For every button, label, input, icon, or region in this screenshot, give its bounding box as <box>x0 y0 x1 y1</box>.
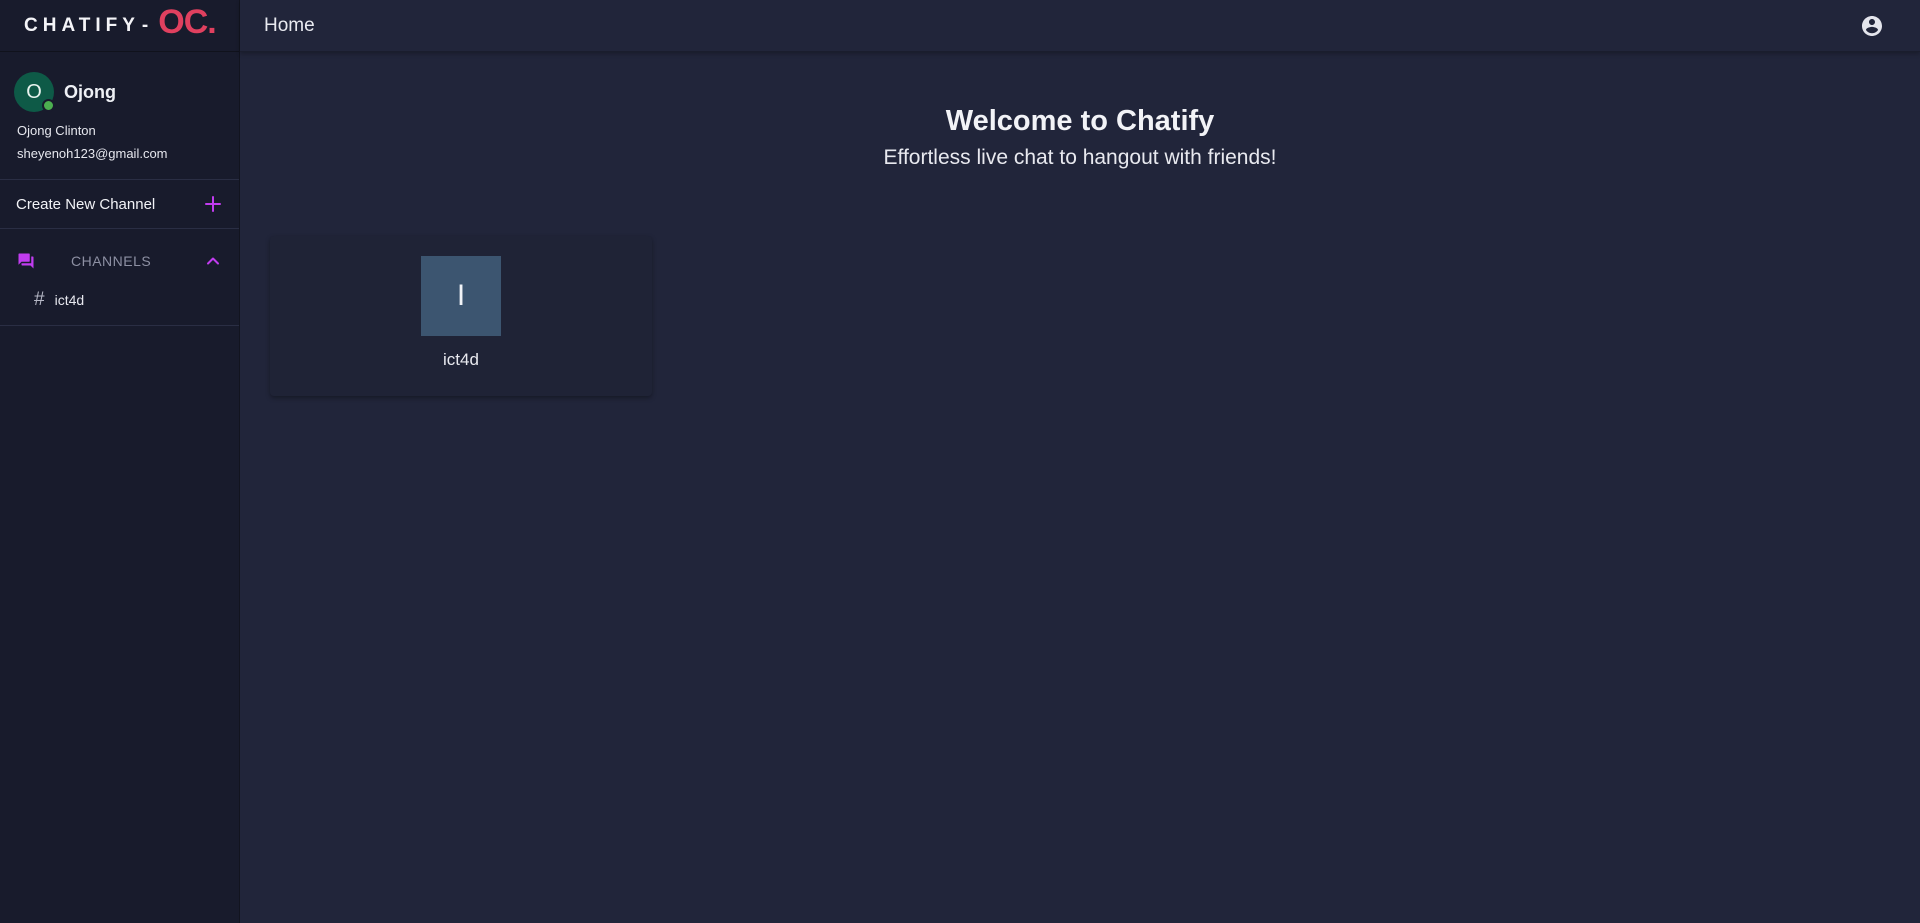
main-content: Welcome to Chatify Effortless live chat … <box>240 53 1920 923</box>
create-channel-button[interactable]: Create New Channel <box>0 180 239 229</box>
profile-email: sheyenoh123@gmail.com <box>17 146 168 161</box>
channels-title: CHANNELS <box>71 253 152 269</box>
page-title: Home <box>264 14 315 36</box>
profile-top: O Ojong <box>14 72 225 112</box>
brand-separator: - <box>141 14 149 36</box>
avatar[interactable]: O <box>14 72 55 112</box>
top-bar: Home <box>240 0 1920 52</box>
brand-header[interactable]: CHATIFY - OC. <box>0 0 239 52</box>
avatar-initial: O <box>26 80 42 103</box>
channels-section: CHANNELS # ict4d <box>0 229 239 326</box>
user-profile: O Ojong Ojong Clinton sheyenoh123@gmail.… <box>0 52 239 180</box>
welcome-subtitle: Effortless live chat to hangout with fri… <box>883 146 1277 169</box>
channel-card-thumbnail: I <box>421 256 501 336</box>
online-status-dot <box>42 99 55 112</box>
account-circle-icon[interactable] <box>1860 14 1884 38</box>
welcome-title: Welcome to Chatify <box>945 105 1215 137</box>
channels-toggle[interactable]: CHANNELS <box>0 229 239 293</box>
channel-name: ict4d <box>54 292 85 308</box>
profile-short-name: Ojong <box>64 81 116 102</box>
create-channel-label: Create New Channel <box>16 195 156 213</box>
channel-card-ict4d[interactable]: I ict4d <box>270 236 652 396</box>
chevron-up-icon[interactable] <box>205 253 221 269</box>
plus-icon[interactable] <box>205 196 221 212</box>
welcome-section: Welcome to Chatify Effortless live chat … <box>240 105 1920 170</box>
channel-card-name: ict4d <box>443 350 479 369</box>
hash-icon: # <box>34 289 45 310</box>
app-root: CHATIFY - OC. O Ojong Ojong Clinton shey… <box>0 0 1920 923</box>
sidebar-item-ict4d[interactable]: # ict4d <box>0 285 239 315</box>
chat-icon <box>18 253 34 269</box>
brand-name: CHATIFY <box>24 14 140 36</box>
profile-full-name: Ojong Clinton <box>17 123 96 138</box>
sidebar: CHATIFY - OC. O Ojong Ojong Clinton shey… <box>0 0 240 923</box>
brand-logo: OC. <box>158 2 216 41</box>
